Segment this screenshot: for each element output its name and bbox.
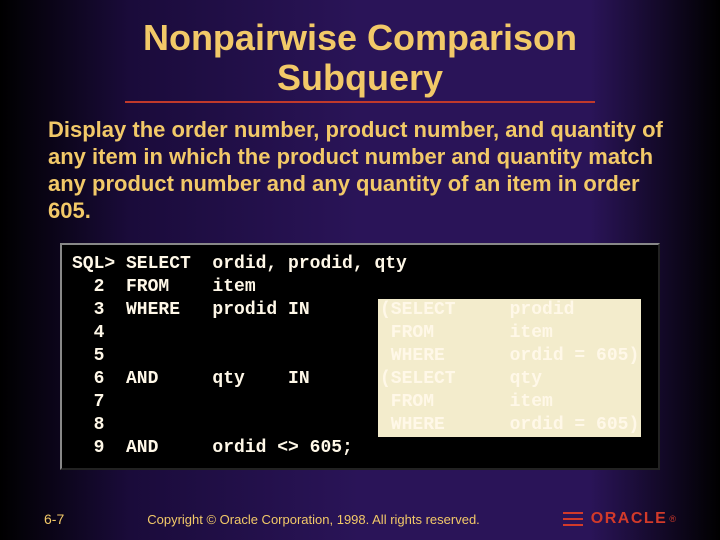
footer: 6-7 Copyright © Oracle Corporation, 1998… [0,510,720,528]
oracle-logo-registered-icon: ® [669,514,676,524]
sql-code-box: SQL> SELECT ordid, prodid, qty 2 FROM it… [60,243,660,470]
page-number: 6-7 [44,511,64,527]
slide-description: Display the order number, product number… [0,117,720,242]
sql-subquery-2: (SELECT qty FROM item WHERE ordid = 605) [378,368,641,437]
oracle-logo: ORACLE ® [563,510,676,528]
sql-subquery-1: (SELECT prodid FROM item WHERE ordid = 6… [378,299,641,368]
oracle-logo-lines-icon [563,512,583,526]
oracle-logo-text: ORACLE [591,510,668,528]
slide: Nonpairwise Comparison Subquery Display … [0,0,720,540]
title-line-1: Nonpairwise Comparison [143,17,577,58]
slide-title: Nonpairwise Comparison Subquery [0,0,720,101]
title-underline [125,101,595,103]
title-line-2: Subquery [277,57,443,98]
copyright-text: Copyright © Oracle Corporation, 1998. Al… [64,512,563,527]
